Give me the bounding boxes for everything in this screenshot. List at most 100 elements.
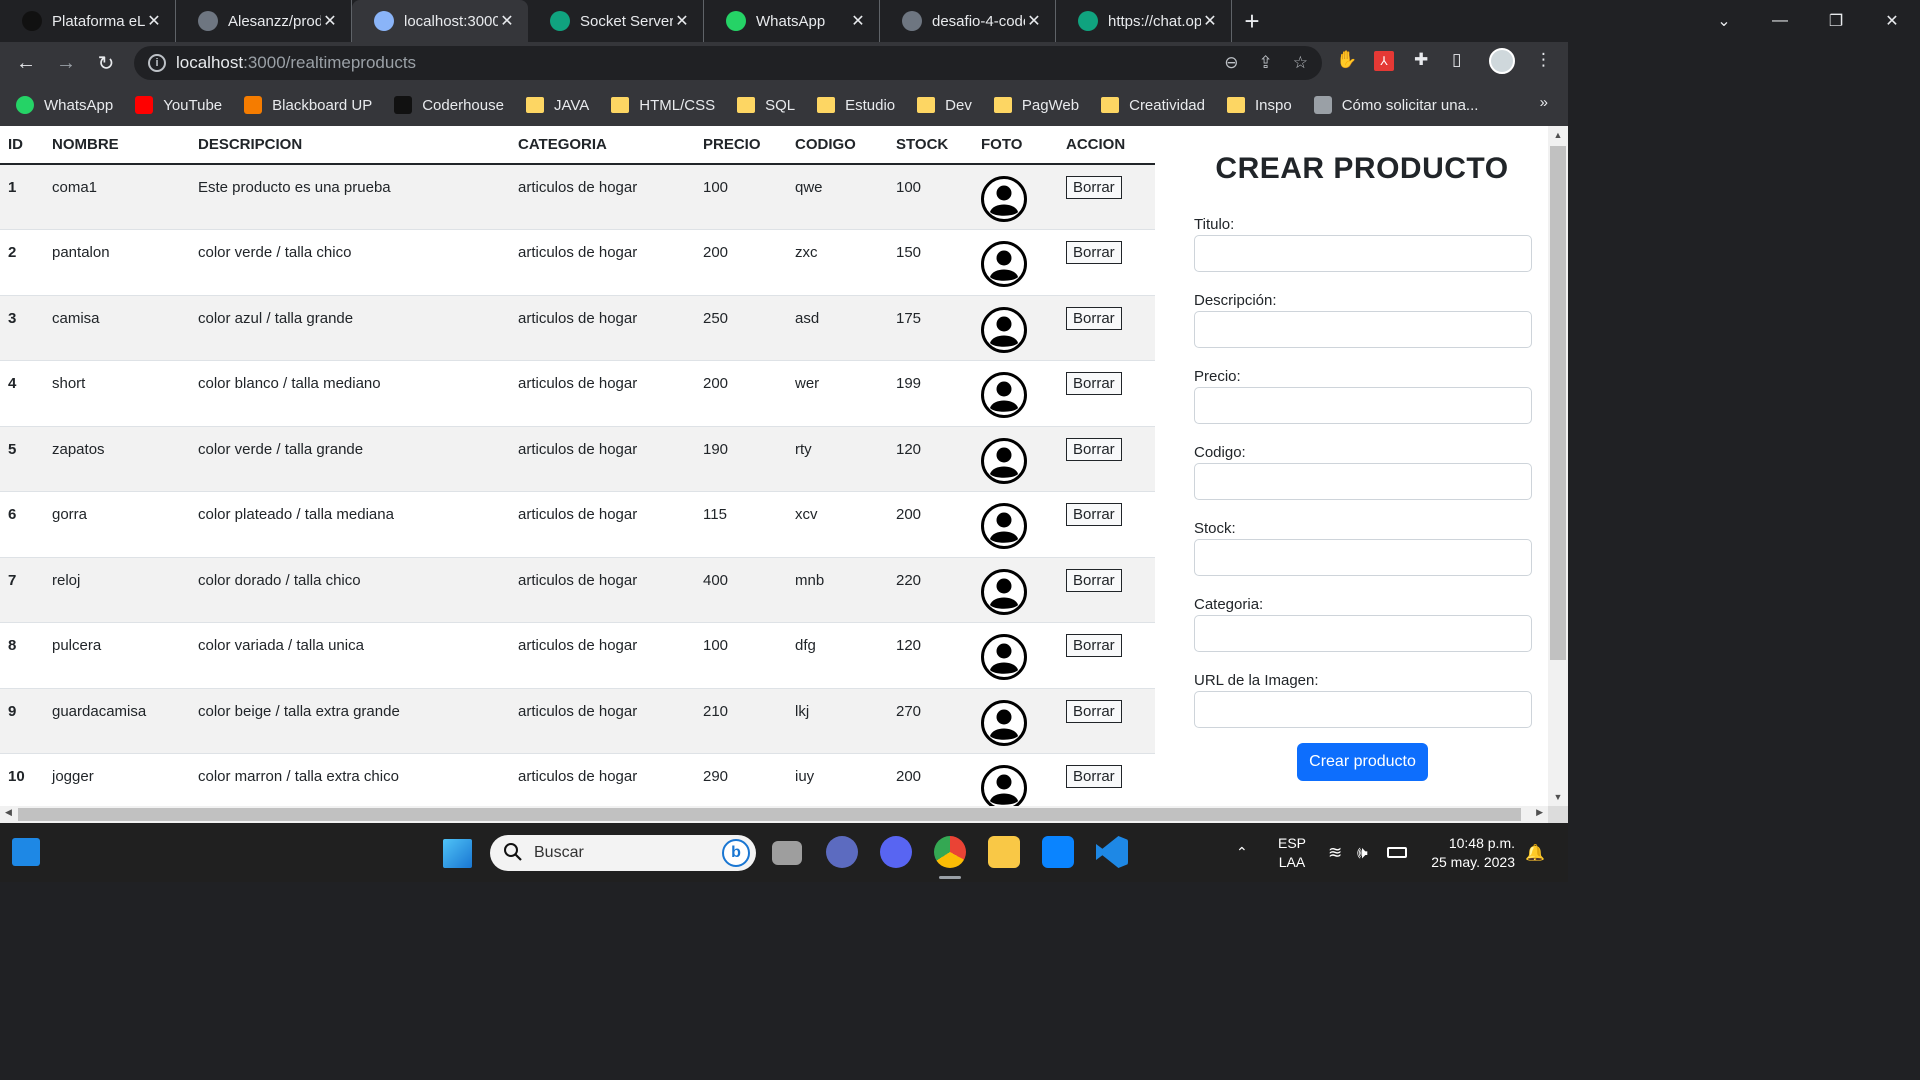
delete-button[interactable]: Borrar (1066, 372, 1122, 395)
form-input[interactable] (1194, 615, 1532, 652)
delete-button[interactable]: Borrar (1066, 503, 1122, 526)
bookmark-star-icon[interactable]: ☆ (1293, 53, 1308, 73)
tab-close-icon[interactable]: ✕ (145, 11, 163, 31)
bookmark-item[interactable]: Coderhouse (394, 96, 504, 114)
cell-precio: 200 (703, 244, 729, 261)
column-header: CATEGORIA (510, 126, 695, 165)
restore-button[interactable]: ❐ (1808, 11, 1864, 31)
site-info-icon[interactable]: i (148, 54, 166, 72)
vscode-icon[interactable] (1096, 836, 1128, 868)
bookmark-item[interactable]: Creatividad (1101, 97, 1205, 114)
language-indicator[interactable]: ESP LAA (1278, 823, 1306, 882)
address-bar[interactable]: i localhost:3000/realtimeproducts ⊖ ⇪ ☆ (134, 46, 1322, 80)
vertical-scrollbar[interactable]: ▲ ▼ (1548, 126, 1568, 806)
cell-id: 3 (8, 309, 17, 327)
create-product-button[interactable]: Crear producto (1297, 743, 1428, 781)
field-label: Codigo: (1194, 444, 1246, 461)
browser-tab[interactable]: localhost:3000/✕ (352, 0, 528, 42)
tab-close-icon[interactable]: ✕ (321, 11, 339, 31)
browser-tab[interactable]: https://chat.op ✕ (1056, 0, 1232, 42)
bookmark-item[interactable]: Inspo (1226, 97, 1292, 114)
tab-close-icon[interactable]: ✕ (673, 11, 691, 31)
scroll-up-arrow-icon[interactable]: ▲ (1548, 130, 1568, 140)
bookmark-item[interactable]: Cómo solicitar una... (1313, 96, 1478, 114)
delete-button[interactable]: Borrar (1066, 176, 1122, 199)
battery-icon[interactable] (1387, 823, 1407, 882)
delete-button[interactable]: Borrar (1066, 437, 1122, 461)
form-input[interactable] (1194, 235, 1532, 272)
tab-close-icon[interactable]: ✕ (1025, 11, 1043, 31)
bookmark-item[interactable]: HTML/CSS (611, 97, 715, 114)
folder-icon (1226, 97, 1245, 113)
bookmark-item[interactable]: YouTube (135, 96, 222, 114)
teams-chat-icon[interactable] (826, 836, 858, 868)
minimize-button[interactable]: — (1752, 12, 1808, 30)
discord-icon[interactable] (880, 836, 912, 868)
cell-codigo: mnb (795, 571, 825, 589)
widgets-icon[interactable] (12, 838, 40, 866)
forward-button[interactable]: → (46, 52, 86, 75)
browser-tab[interactable]: Alesanzz/produ✕ (176, 0, 352, 42)
cell-id: 10 (8, 768, 25, 785)
tab-close-icon[interactable]: ✕ (498, 11, 516, 31)
scroll-down-arrow-icon[interactable]: ▼ (1548, 792, 1568, 802)
pdf-extension-icon[interactable]: ⅄ (1374, 50, 1394, 71)
bookmark-item[interactable]: SQL (737, 97, 795, 114)
volume-icon[interactable]: 🕪 (1357, 823, 1368, 882)
tab-close-icon[interactable]: ✕ (849, 11, 867, 31)
share-icon[interactable]: ⇪ (1259, 53, 1273, 73)
vertical-scroll-thumb[interactable] (1550, 146, 1566, 660)
browser-tab[interactable]: Plataforma eLe ✕ (0, 0, 176, 42)
bookmark-item[interactable]: Dev (917, 97, 972, 114)
windows-start-icon[interactable] (443, 839, 472, 868)
bookmark-item[interactable]: WhatsApp (16, 96, 113, 114)
browser-tab[interactable]: Socket Server, ✕ (528, 0, 704, 42)
form-input[interactable] (1194, 691, 1532, 728)
chatgpt-icon (1078, 11, 1098, 31)
delete-button[interactable]: Borrar (1066, 241, 1122, 264)
notifications-icon[interactable]: 🔔 (1525, 823, 1545, 882)
chrome-icon[interactable] (934, 836, 966, 868)
bookmark-item[interactable]: Estudio (817, 97, 895, 114)
task-view-icon[interactable] (772, 841, 802, 865)
delete-button[interactable]: Borrar (1066, 568, 1122, 592)
taskbar-search-input[interactable]: Buscar b (490, 835, 756, 871)
extensions-puzzle-icon[interactable]: ✚ (1414, 50, 1428, 70)
menu-kebab-icon[interactable]: ⋮ (1535, 50, 1552, 70)
delete-button[interactable]: Borrar (1066, 765, 1122, 788)
wifi-icon[interactable]: ≋ (1328, 823, 1342, 882)
file-explorer-icon[interactable] (988, 836, 1020, 868)
close-window-button[interactable]: ✕ (1864, 11, 1920, 31)
tray-overflow-icon[interactable]: ⌃ (1236, 823, 1248, 882)
form-input[interactable] (1194, 539, 1532, 576)
extension-hand-icon[interactable]: ✋ (1336, 50, 1357, 70)
back-button[interactable]: ← (6, 52, 46, 75)
zoom-icon[interactable]: ⊖ (1224, 53, 1238, 73)
bookmarks-overflow-button[interactable]: » (1540, 94, 1548, 111)
bookmark-item[interactable]: Blackboard UP (244, 96, 372, 114)
user-avatar-icon (981, 437, 1027, 484)
horizontal-scroll-thumb[interactable] (18, 808, 1521, 821)
tab-close-icon[interactable]: ✕ (1201, 11, 1219, 31)
bing-icon[interactable]: b (722, 839, 750, 867)
delete-button[interactable]: Borrar (1066, 306, 1122, 330)
bookmark-item[interactable]: PagWeb (993, 97, 1079, 114)
form-input[interactable] (1194, 387, 1532, 424)
delete-button[interactable]: Borrar (1066, 634, 1122, 657)
browser-tab[interactable]: WhatsApp ✕ (704, 0, 880, 42)
side-panel-icon[interactable]: ▯ (1452, 50, 1461, 70)
tab-search-icon[interactable]: ⌄ (1696, 11, 1752, 31)
form-input[interactable] (1194, 463, 1532, 500)
delete-button[interactable]: Borrar (1066, 699, 1122, 723)
browser-tab[interactable]: desafio-4-code ✕ (880, 0, 1056, 42)
horizontal-scrollbar[interactable]: ◀ ▶ (0, 806, 1548, 823)
clock[interactable]: 10:48 p.m. 25 may. 2023 (1427, 823, 1515, 882)
scroll-left-arrow-icon[interactable]: ◀ (5, 807, 12, 818)
reload-button[interactable]: ↻ (86, 51, 126, 76)
mail-icon[interactable] (1042, 836, 1074, 868)
scroll-right-arrow-icon[interactable]: ▶ (1536, 807, 1543, 818)
profile-avatar[interactable] (1489, 48, 1515, 79)
form-input[interactable] (1194, 311, 1532, 348)
new-tab-button[interactable]: + (1232, 0, 1272, 42)
bookmark-item[interactable]: JAVA (525, 97, 589, 114)
